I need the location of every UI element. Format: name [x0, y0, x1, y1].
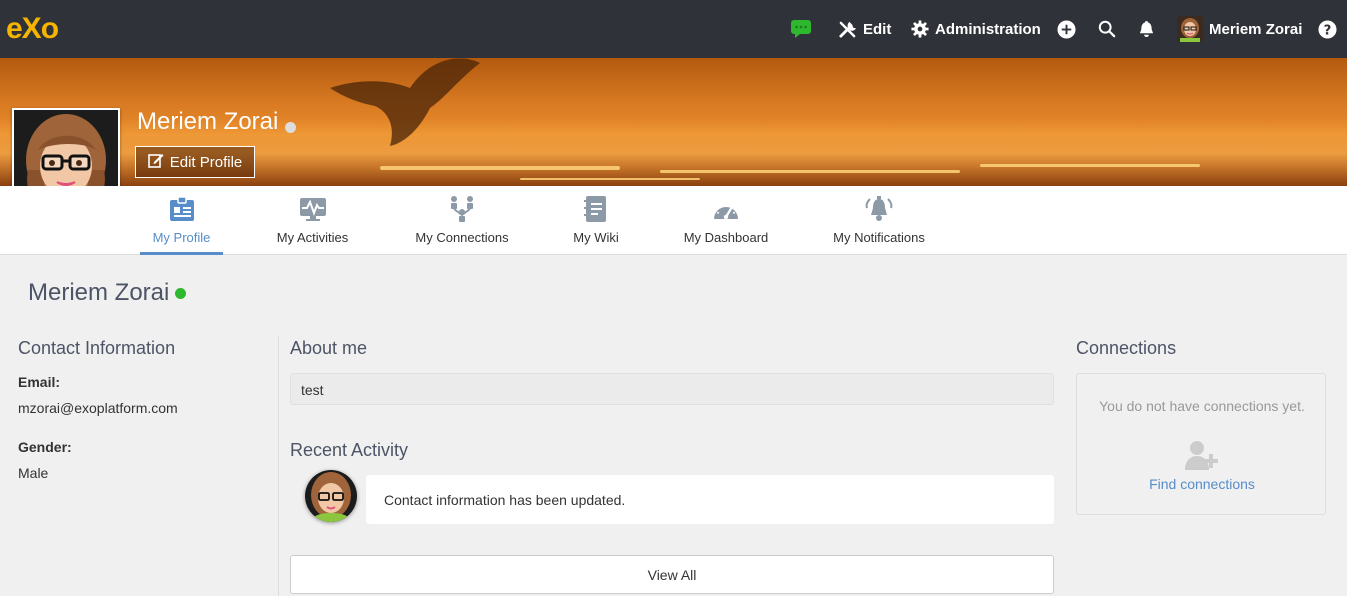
tab-label: My Notifications: [833, 230, 925, 245]
add-plus-icon[interactable]: [1057, 0, 1076, 58]
tab-my-connections[interactable]: My Connections: [410, 186, 514, 255]
online-status-dot: [175, 288, 186, 299]
email-label: Email:: [18, 374, 61, 390]
administration-menu-button[interactable]: Administration: [911, 0, 1041, 58]
tab-label: My Dashboard: [683, 230, 769, 245]
bird-silhouette: [330, 58, 480, 147]
user-name-label: Meriem Zorai: [1209, 20, 1303, 38]
no-connections-text: You do not have connections yet.: [1099, 398, 1305, 414]
tab-my-profile[interactable]: My Profile: [140, 186, 223, 255]
tab-label: My Activities: [276, 230, 349, 245]
activity-item: Contact information has been updated.: [366, 475, 1054, 524]
connections-panel: You do not have connections yet. Find co…: [1076, 373, 1326, 515]
recent-activity-title: Recent Activity: [290, 440, 409, 460]
profile-card-icon: [169, 194, 195, 224]
top-navigation-bar: eXo Edit Administration Meriem Zorai ?: [0, 0, 1347, 58]
tab-label: My Wiki: [573, 230, 619, 245]
gear-icon: [911, 20, 929, 38]
edit-profile-label: Edit Profile: [169, 153, 243, 171]
dashboard-gauge-icon: [712, 194, 740, 224]
column-divider: [278, 336, 279, 596]
user-menu-button[interactable]: Meriem Zorai: [1177, 0, 1302, 58]
gender-label: Gender:: [18, 439, 72, 455]
tab-my-wiki[interactable]: My Wiki: [566, 186, 626, 255]
contact-information-title: Contact Information: [18, 338, 176, 358]
profile-tabs: My Profile My Activities My Connections …: [0, 186, 1347, 255]
user-avatar: [1177, 16, 1203, 42]
tools-icon: [838, 20, 857, 39]
banner-light-streak: [520, 178, 700, 180]
activity-pulse-icon: [299, 194, 327, 224]
profile-section-name: Meriem Zorai: [28, 279, 170, 306]
edit-pencil-icon: [147, 152, 164, 172]
connections-title: Connections: [1076, 338, 1177, 358]
tab-my-activities[interactable]: My Activities: [270, 186, 355, 255]
activity-avatar[interactable]: [305, 470, 357, 522]
banner-light-streak: [380, 166, 620, 170]
banner-light-streak: [980, 164, 1200, 167]
presence-status-dot: [285, 122, 296, 133]
banner-profile-name: Meriem Zorai: [137, 108, 279, 135]
banner-light-streak: [660, 170, 960, 173]
exo-logo[interactable]: eXo: [6, 14, 59, 44]
view-all-button[interactable]: View All: [290, 555, 1054, 594]
tab-my-notifications[interactable]: My Notifications: [827, 186, 931, 255]
edit-profile-button[interactable]: Edit Profile: [135, 146, 255, 178]
gender-value: Male: [18, 465, 49, 481]
administration-label: Administration: [935, 20, 1041, 38]
help-icon[interactable]: ?: [1318, 0, 1337, 58]
edit-menu-button[interactable]: Edit: [838, 0, 891, 58]
about-me-text: test: [290, 373, 1054, 405]
wiki-icon: [584, 194, 608, 224]
notification-alarm-icon: [865, 194, 893, 224]
chat-icon[interactable]: [790, 0, 812, 58]
add-user-icon: [1185, 440, 1219, 475]
search-icon[interactable]: [1098, 0, 1116, 58]
about-me-title: About me: [290, 338, 368, 358]
connections-icon: [448, 194, 476, 224]
notification-bell-icon[interactable]: [1138, 0, 1155, 58]
find-connections-link[interactable]: Find connections: [1077, 476, 1327, 492]
tab-my-dashboard[interactable]: My Dashboard: [679, 186, 773, 255]
svg-text:?: ?: [1324, 23, 1332, 38]
email-value: mzorai@exoplatform.com: [18, 400, 178, 416]
tab-label: My Connections: [415, 230, 509, 245]
tab-label: My Profile: [152, 230, 211, 245]
edit-label: Edit: [863, 20, 892, 38]
